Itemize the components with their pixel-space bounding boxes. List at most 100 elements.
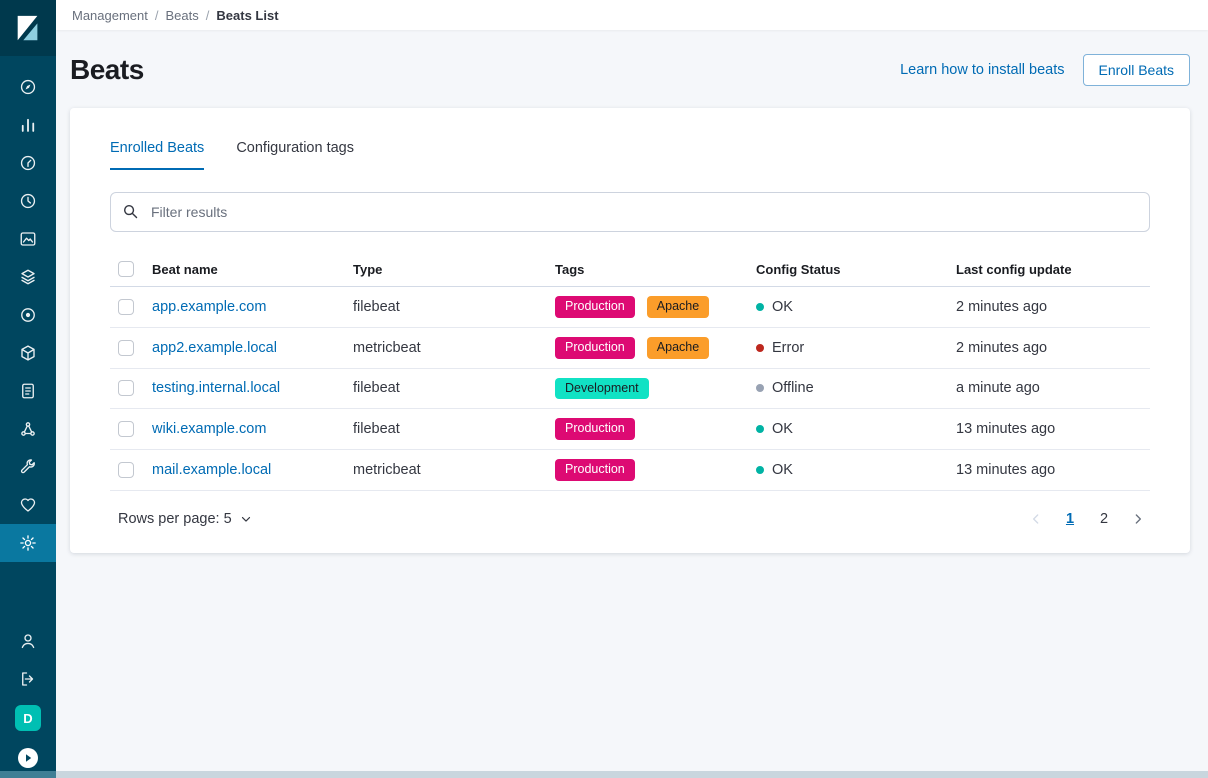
app-window: D Management / Beats / Beats List Beats … <box>0 0 1208 778</box>
sidebar-nav <box>0 68 56 562</box>
infrastructure-icon <box>19 344 37 362</box>
bottom-edge-content <box>56 771 1208 778</box>
beat-name-link[interactable]: testing.internal.local <box>152 380 280 396</box>
tag-badge[interactable]: Apache <box>647 337 709 359</box>
search-icon <box>122 203 139 220</box>
rows-per-page-button[interactable]: Rows per page: 5 <box>110 505 261 533</box>
logs-icon <box>19 382 37 400</box>
sidebar-item-monitoring[interactable] <box>0 486 56 524</box>
breadcrumb: Management / Beats / Beats List <box>56 0 1208 30</box>
main-content: Management / Beats / Beats List Beats Le… <box>56 0 1208 778</box>
filter-box <box>110 192 1150 232</box>
sidebar-item-infrastructure[interactable] <box>0 334 56 372</box>
rows-per-page-label: Rows per page: 5 <box>118 511 232 527</box>
tag-badge[interactable]: Production <box>555 296 635 318</box>
sidebar-item-maps[interactable] <box>0 258 56 296</box>
visualize-icon <box>19 116 37 134</box>
column-header-config-status: Config Status <box>748 252 948 287</box>
beat-type: filebeat <box>353 421 400 437</box>
sidebar-item-dashboard[interactable] <box>0 144 56 182</box>
space-switcher-badge[interactable]: D <box>15 705 41 731</box>
chevron-left-icon <box>1028 511 1044 527</box>
last-config-update: 2 minutes ago <box>956 299 1047 315</box>
dashboard-icon <box>19 154 37 172</box>
sidebar-item-dev-tools[interactable] <box>0 448 56 486</box>
beats-panel: Enrolled Beats Configuration tags Beat n… <box>70 108 1190 553</box>
beat-name-link[interactable]: app2.example.local <box>152 340 277 356</box>
tag-badge[interactable]: Production <box>555 459 635 481</box>
beat-type: filebeat <box>353 299 400 315</box>
sidebar-item-logs[interactable] <box>0 372 56 410</box>
logout-icon <box>19 670 37 688</box>
status-label: OK <box>772 462 793 478</box>
chevron-down-icon <box>239 512 253 526</box>
page-header: Beats Learn how to install beats Enroll … <box>70 50 1190 90</box>
sidebar-item-discover[interactable] <box>0 68 56 106</box>
maps-icon <box>19 268 37 286</box>
tag-badge[interactable]: Production <box>555 418 635 440</box>
kibana-logo[interactable] <box>0 0 56 56</box>
table-row: app2.example.local metricbeat Production… <box>110 327 1150 368</box>
install-beats-link[interactable]: Learn how to install beats <box>900 62 1064 78</box>
row-checkbox[interactable] <box>118 299 134 315</box>
beat-type: filebeat <box>353 380 400 396</box>
filter-input[interactable] <box>110 192 1150 232</box>
row-checkbox[interactable] <box>118 462 134 478</box>
dev-tools-icon <box>19 458 37 476</box>
tag-badge[interactable]: Development <box>555 378 649 400</box>
sidebar-item-management[interactable] <box>0 524 56 562</box>
status-dot <box>756 466 764 474</box>
select-all-checkbox[interactable] <box>118 261 134 277</box>
user-icon <box>19 632 37 650</box>
next-page-button[interactable] <box>1126 507 1150 531</box>
sidebar-item-timelion[interactable] <box>0 182 56 220</box>
sidebar-item-visualize[interactable] <box>0 106 56 144</box>
table-header-row: Beat name Type Tags Config Status Last c… <box>110 252 1150 287</box>
enroll-beats-button[interactable]: Enroll Beats <box>1083 54 1190 86</box>
status-label: OK <box>772 421 793 437</box>
tag-badge[interactable]: Apache <box>647 296 709 318</box>
chevron-right-icon <box>1130 511 1146 527</box>
bottom-edge-sidebar <box>0 771 56 778</box>
row-checkbox[interactable] <box>118 340 134 356</box>
timelion-icon <box>19 192 37 210</box>
monitoring-icon <box>19 496 37 514</box>
discover-icon <box>19 78 37 96</box>
column-header-beat-name: Beat name <box>144 252 345 287</box>
page-2-button[interactable]: 2 <box>1092 507 1116 531</box>
table-row: testing.internal.local filebeat Developm… <box>110 368 1150 409</box>
last-config-update: 13 minutes ago <box>956 462 1055 478</box>
status-dot <box>756 384 764 392</box>
beat-type: metricbeat <box>353 462 421 478</box>
header-actions: Learn how to install beats Enroll Beats <box>900 54 1190 86</box>
tab-configuration-tags[interactable]: Configuration tags <box>236 130 354 170</box>
sidebar-item-canvas[interactable] <box>0 220 56 258</box>
previous-page-button[interactable] <box>1024 507 1048 531</box>
sidebar-item-machine-learning[interactable] <box>0 410 56 448</box>
last-config-update: a minute ago <box>956 380 1040 396</box>
table-footer: Rows per page: 5 1 2 <box>110 505 1150 533</box>
row-checkbox[interactable] <box>118 421 134 437</box>
beat-type: metricbeat <box>353 340 421 356</box>
account-button[interactable] <box>0 622 56 660</box>
breadcrumb-separator: / <box>155 8 159 23</box>
breadcrumb-beats[interactable]: Beats <box>166 8 199 23</box>
collapse-nav-button[interactable] <box>16 746 40 770</box>
management-icon <box>19 534 37 552</box>
beat-name-link[interactable]: app.example.com <box>152 299 266 315</box>
beat-name-link[interactable]: mail.example.local <box>152 462 271 478</box>
sidebar-item-apm[interactable] <box>0 296 56 334</box>
tab-enrolled-beats[interactable]: Enrolled Beats <box>110 130 204 170</box>
apm-icon <box>19 306 37 324</box>
breadcrumb-management[interactable]: Management <box>72 8 148 23</box>
page-body: Beats Learn how to install beats Enroll … <box>56 30 1208 778</box>
row-checkbox[interactable] <box>118 380 134 396</box>
page-1-button[interactable]: 1 <box>1058 507 1082 531</box>
status-dot <box>756 303 764 311</box>
status-label: Offline <box>772 380 814 396</box>
status-label: OK <box>772 299 793 315</box>
beat-name-link[interactable]: wiki.example.com <box>152 421 266 437</box>
logout-button[interactable] <box>0 660 56 698</box>
tag-badge[interactable]: Production <box>555 337 635 359</box>
status-label: Error <box>772 340 804 356</box>
